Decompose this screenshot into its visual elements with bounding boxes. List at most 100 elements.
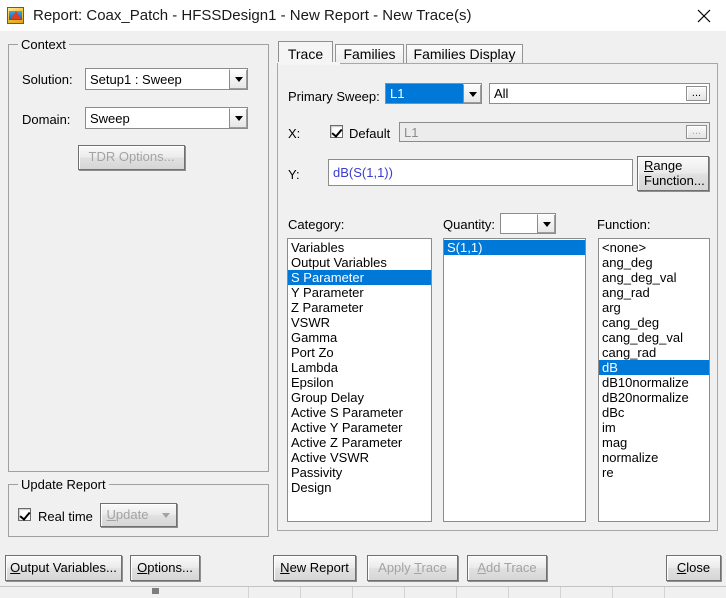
range-function-button[interactable]: Range Function... [637,156,709,191]
function-item[interactable]: normalize [599,450,709,465]
category-item[interactable]: Active VSWR [288,450,431,465]
function-item[interactable]: cang_deg [599,315,709,330]
range-function-line2: Function... [644,172,705,188]
tab-strip: Trace Families Families Display [277,41,718,65]
domain-combo-value: Sweep [90,110,130,126]
primary-sweep-value: L1 [386,84,463,103]
tdr-options-button: TDR Options... [78,145,185,170]
function-item[interactable]: ang_deg [599,255,709,270]
output-variables-label: Output Variables... [10,559,117,575]
function-item[interactable]: ang_deg_val [599,270,709,285]
function-item[interactable]: ang_rad [599,285,709,300]
report-dialog: Report: Coax_Patch - HFSSDesign1 - New R… [0,0,726,586]
range-function-line1: Range [644,157,683,173]
real-time-checkbox[interactable] [18,508,31,521]
solution-combo-value: Setup1 : Sweep [90,71,182,87]
quantity-combo[interactable] [500,213,556,234]
primary-sweep-range-value: All [494,86,509,101]
category-item[interactable]: Design [288,480,431,495]
category-item[interactable]: Lambda [288,360,431,375]
x-browse-button: ... [686,125,707,139]
update-report-legend: Update Report [18,477,109,492]
desktop-taskbar-strip [0,586,726,598]
options-label: Options... [137,559,193,575]
category-item[interactable]: Z Parameter [288,300,431,315]
y-expression-field[interactable]: dB(S(1,1)) [328,159,633,186]
primary-sweep-browse-button[interactable]: ... [686,86,707,101]
category-item[interactable]: Passivity [288,465,431,480]
function-item[interactable]: cang_deg_val [599,330,709,345]
function-item[interactable]: dB10normalize [599,375,709,390]
quantity-listbox[interactable]: S(1,1) [443,238,586,522]
function-item[interactable]: dB [599,360,709,375]
output-variables-button[interactable]: Output Variables... [5,555,122,581]
update-button: Update [100,503,177,527]
function-item[interactable]: mag [599,435,709,450]
chevron-down-icon [162,512,171,518]
y-expression-value: dB(S(1,1)) [333,165,393,180]
function-item[interactable]: cang_rad [599,345,709,360]
solution-combo[interactable]: Setup1 : Sweep [85,68,248,90]
add-trace-button: Add Trace [467,555,547,581]
tab-families-display-label: Families Display [413,46,516,62]
category-item[interactable]: Gamma [288,330,431,345]
category-listbox[interactable]: Variables Output Variables S Parameter Y Pa… [287,238,432,522]
category-item[interactable]: Active Y Parameter [288,420,431,435]
hfss-app-icon [7,7,24,24]
x-value: L1 [404,124,419,140]
primary-sweep-range-field[interactable]: All ... [489,83,710,104]
x-default-label: Default [349,126,391,141]
category-label: Category: [288,217,345,232]
chevron-down-icon[interactable] [229,108,247,128]
x-default-checkbox[interactable] [330,125,343,138]
active-tab-joiner [278,62,340,65]
x-label: X: [288,126,301,141]
update-button-rest: pdate [115,506,149,522]
real-time-label: Real time [38,509,93,524]
chevron-down-icon[interactable] [463,84,481,103]
category-item[interactable]: Active Z Parameter [288,435,431,450]
tab-trace-label: Trace [287,45,324,62]
category-item[interactable]: Port Zo [288,345,431,360]
primary-sweep-combo[interactable]: L1 [385,83,482,104]
function-listbox[interactable]: <none> ang_deg ang_deg_val ang_rad arg cang_d… [598,238,710,522]
category-item[interactable]: S Parameter [288,270,431,285]
apply-trace-button: Apply Trace [367,555,458,581]
category-item[interactable]: Output Variables [288,255,431,270]
quantity-item[interactable]: S(1,1) [444,240,585,255]
category-item[interactable]: Epsilon [288,375,431,390]
function-item[interactable]: arg [599,300,709,315]
add-trace-label: Add Trace [477,559,537,575]
chevron-down-icon[interactable] [229,69,247,89]
tab-families-display[interactable]: Families Display [406,44,523,63]
apply-trace-label: Apply Trace [378,559,447,575]
context-legend: Context [18,37,69,52]
function-item[interactable]: re [599,465,709,480]
function-item[interactable]: dBc [599,405,709,420]
tab-families[interactable]: Families [335,44,404,63]
category-item[interactable]: Group Delay [288,390,431,405]
update-button-label: Update [106,506,149,522]
chevron-down-icon[interactable] [537,214,555,233]
category-item[interactable]: VSWR [288,315,431,330]
x-value-field: L1 ... [399,122,710,142]
title-bar: Report: Coax_Patch - HFSSDesign1 - New R… [0,0,726,31]
category-item[interactable]: Variables [288,240,431,255]
category-item[interactable]: Y Parameter [288,285,431,300]
new-report-button[interactable]: New Report [273,555,356,581]
function-label: Function: [597,217,651,232]
taskbar-active-marker [152,588,159,594]
category-item[interactable]: Active S Parameter [288,405,431,420]
solution-label: Solution: [22,72,73,87]
function-item[interactable]: <none> [599,240,709,255]
tab-families-label: Families [343,46,396,62]
new-report-label: New Report [280,559,349,575]
domain-combo[interactable]: Sweep [85,107,248,129]
quantity-label: Quantity: [443,217,496,232]
close-icon[interactable] [681,0,726,31]
close-button[interactable]: Close [666,555,721,581]
function-item[interactable]: dB20normalize [599,390,709,405]
function-item[interactable]: im [599,420,709,435]
y-label: Y: [288,167,300,182]
options-button[interactable]: Options... [130,555,200,581]
